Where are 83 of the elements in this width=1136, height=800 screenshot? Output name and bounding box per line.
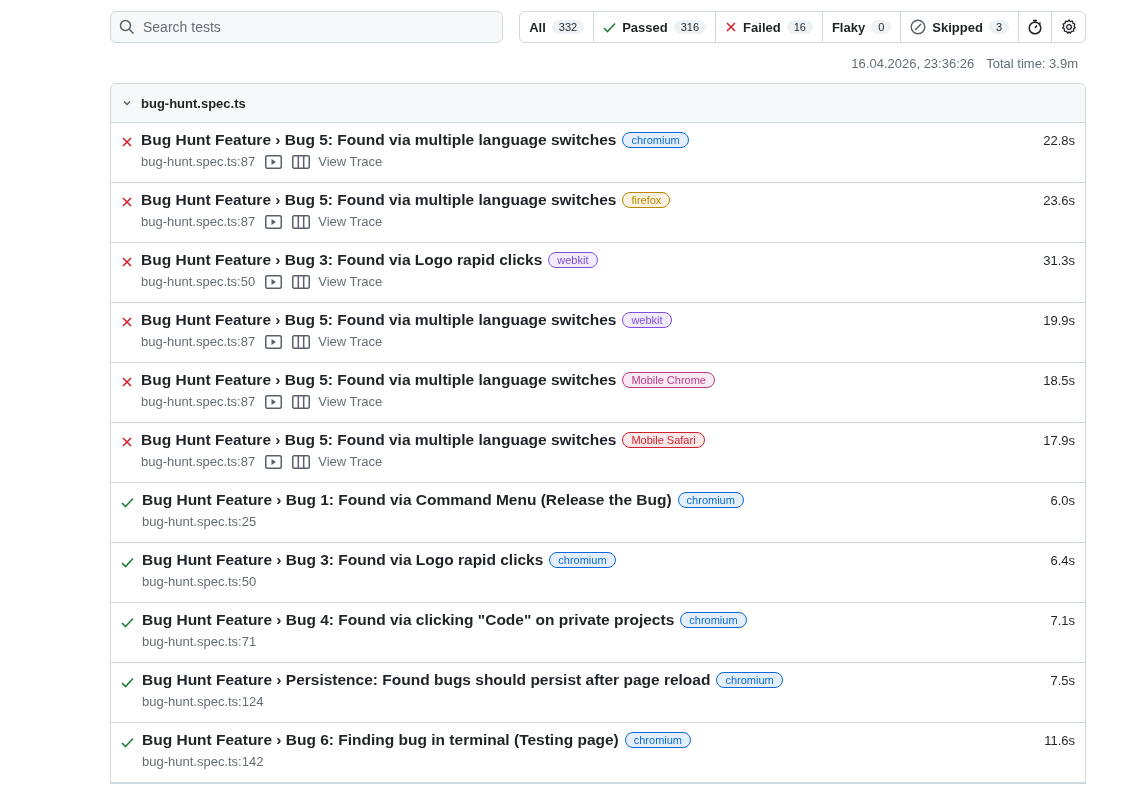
test-duration: 7.1s: [1050, 612, 1075, 630]
project-tag[interactable]: webkit: [548, 252, 598, 268]
view-trace-link[interactable]: View Trace: [292, 154, 383, 169]
report-date: 16.04.2026, 23:36:26: [851, 56, 975, 71]
test-duration: 6.4s: [1050, 552, 1075, 570]
project-tag[interactable]: Mobile Chrome: [622, 372, 715, 388]
video-icon[interactable]: [265, 274, 283, 289]
project-tag[interactable]: Mobile Safari: [622, 432, 705, 448]
test-location: bug-hunt.spec.ts:124: [142, 694, 264, 709]
trace-icon: [292, 394, 311, 409]
cross-icon: [121, 316, 133, 328]
view-trace-link[interactable]: View Trace: [292, 214, 383, 229]
view-trace-link[interactable]: View Trace: [292, 334, 383, 349]
search-field[interactable]: Search tests: [110, 11, 504, 43]
total-time: Total time: 3.9m: [986, 56, 1078, 71]
test-title[interactable]: Bug Hunt Feature › Bug 3: Found via Logo rapid clicks: [142, 551, 544, 569]
trace-icon: [292, 274, 311, 289]
file-header[interactable]: bug-hunt.spec.ts: [111, 84, 1085, 123]
trace-icon: [292, 454, 311, 469]
test-title[interactable]: Bug Hunt Feature › Bug 1: Found via Command Menu (Release the Bug): [142, 491, 672, 509]
test-location: bug-hunt.spec.ts:50: [141, 274, 256, 289]
project-tag[interactable]: chromium: [549, 552, 616, 568]
project-tag[interactable]: chromium: [677, 492, 744, 508]
test-location: bug-hunt.spec.ts:71: [142, 634, 257, 649]
check-icon: [121, 737, 134, 748]
video-icon[interactable]: [265, 154, 283, 169]
stopwatch-icon: [1027, 19, 1043, 35]
test-duration: 19.9s: [1043, 312, 1075, 330]
test-location: bug-hunt.spec.ts:50: [142, 574, 257, 589]
test-title[interactable]: Bug Hunt Feature › Bug 5: Found via multiple language switches: [141, 371, 617, 389]
check-icon: [121, 497, 134, 508]
video-icon[interactable]: [265, 214, 283, 229]
filter-tab[interactable]: All 332: [520, 12, 595, 42]
test-location: bug-hunt.spec.ts:87: [141, 214, 256, 229]
test-title[interactable]: Bug Hunt Feature › Bug 5: Found via multiple language switches: [141, 431, 617, 449]
trace-icon: [292, 154, 311, 169]
test-duration: 23.6s: [1043, 192, 1075, 210]
video-icon[interactable]: [265, 334, 283, 349]
project-tag[interactable]: webkit: [622, 312, 672, 328]
test-duration: 17.9s: [1043, 432, 1075, 450]
test-title[interactable]: Bug Hunt Feature › Persistence: Found bugs should persist after page reload: [142, 671, 711, 689]
test-duration: 7.5s: [1050, 672, 1075, 690]
test-duration: 18.5s: [1043, 372, 1075, 390]
cross-icon: [725, 21, 738, 33]
cross-icon: [121, 196, 133, 208]
test-location: bug-hunt.spec.ts:87: [141, 394, 256, 409]
test-duration: 31.3s: [1043, 252, 1075, 270]
project-tag[interactable]: chromium: [622, 132, 689, 148]
cross-icon: [121, 136, 133, 148]
test-title[interactable]: Bug Hunt Feature › Bug 3: Found via Logo rapid clicks: [141, 251, 543, 269]
project-tag[interactable]: chromium: [680, 612, 747, 628]
test-duration: 11.6s: [1044, 732, 1075, 750]
file-name: bug-hunt.spec.ts: [141, 95, 246, 111]
cross-icon: [121, 436, 133, 448]
trace-icon: [292, 214, 311, 229]
check-icon: [603, 21, 617, 33]
test-title[interactable]: Bug Hunt Feature › Bug 5: Found via multiple language switches: [141, 131, 617, 149]
cross-icon: [121, 256, 133, 268]
video-icon[interactable]: [265, 394, 283, 409]
test-location: bug-hunt.spec.ts:25: [142, 514, 257, 529]
test-title[interactable]: Bug Hunt Feature › Bug 5: Found via multiple language switches: [141, 311, 617, 329]
settings-icon: [1060, 19, 1077, 35]
check-icon: [121, 617, 134, 628]
test-title[interactable]: Bug Hunt Feature › Bug 4: Found via clicking "Code" on private projects: [142, 611, 675, 629]
check-icon: [121, 557, 134, 568]
check-icon: [121, 677, 134, 688]
project-tag[interactable]: chromium: [624, 732, 692, 748]
test-title[interactable]: Bug Hunt Feature › Bug 5: Found via multiple language switches: [141, 191, 617, 209]
prohibited-icon: [910, 19, 927, 35]
view-trace-link[interactable]: View Trace: [292, 394, 383, 409]
test-location: bug-hunt.spec.ts:142: [142, 754, 264, 769]
view-trace-link[interactable]: View Trace: [292, 274, 383, 289]
view-trace-link[interactable]: View Trace: [292, 454, 383, 469]
test-duration: 22.8s: [1043, 132, 1075, 150]
video-icon[interactable]: [265, 454, 283, 469]
test-location: bug-hunt.spec.ts:87: [141, 154, 256, 169]
project-tag[interactable]: chromium: [716, 672, 783, 688]
test-title[interactable]: Bug Hunt Feature › Bug 6: Finding bug in terminal (Testing page): [142, 731, 619, 749]
cross-icon: [121, 376, 133, 388]
test-location: bug-hunt.spec.ts:87: [141, 454, 256, 469]
trace-icon: [292, 334, 311, 349]
test-duration: 6.0s: [1050, 492, 1075, 510]
test-location: bug-hunt.spec.ts:87: [141, 334, 256, 349]
